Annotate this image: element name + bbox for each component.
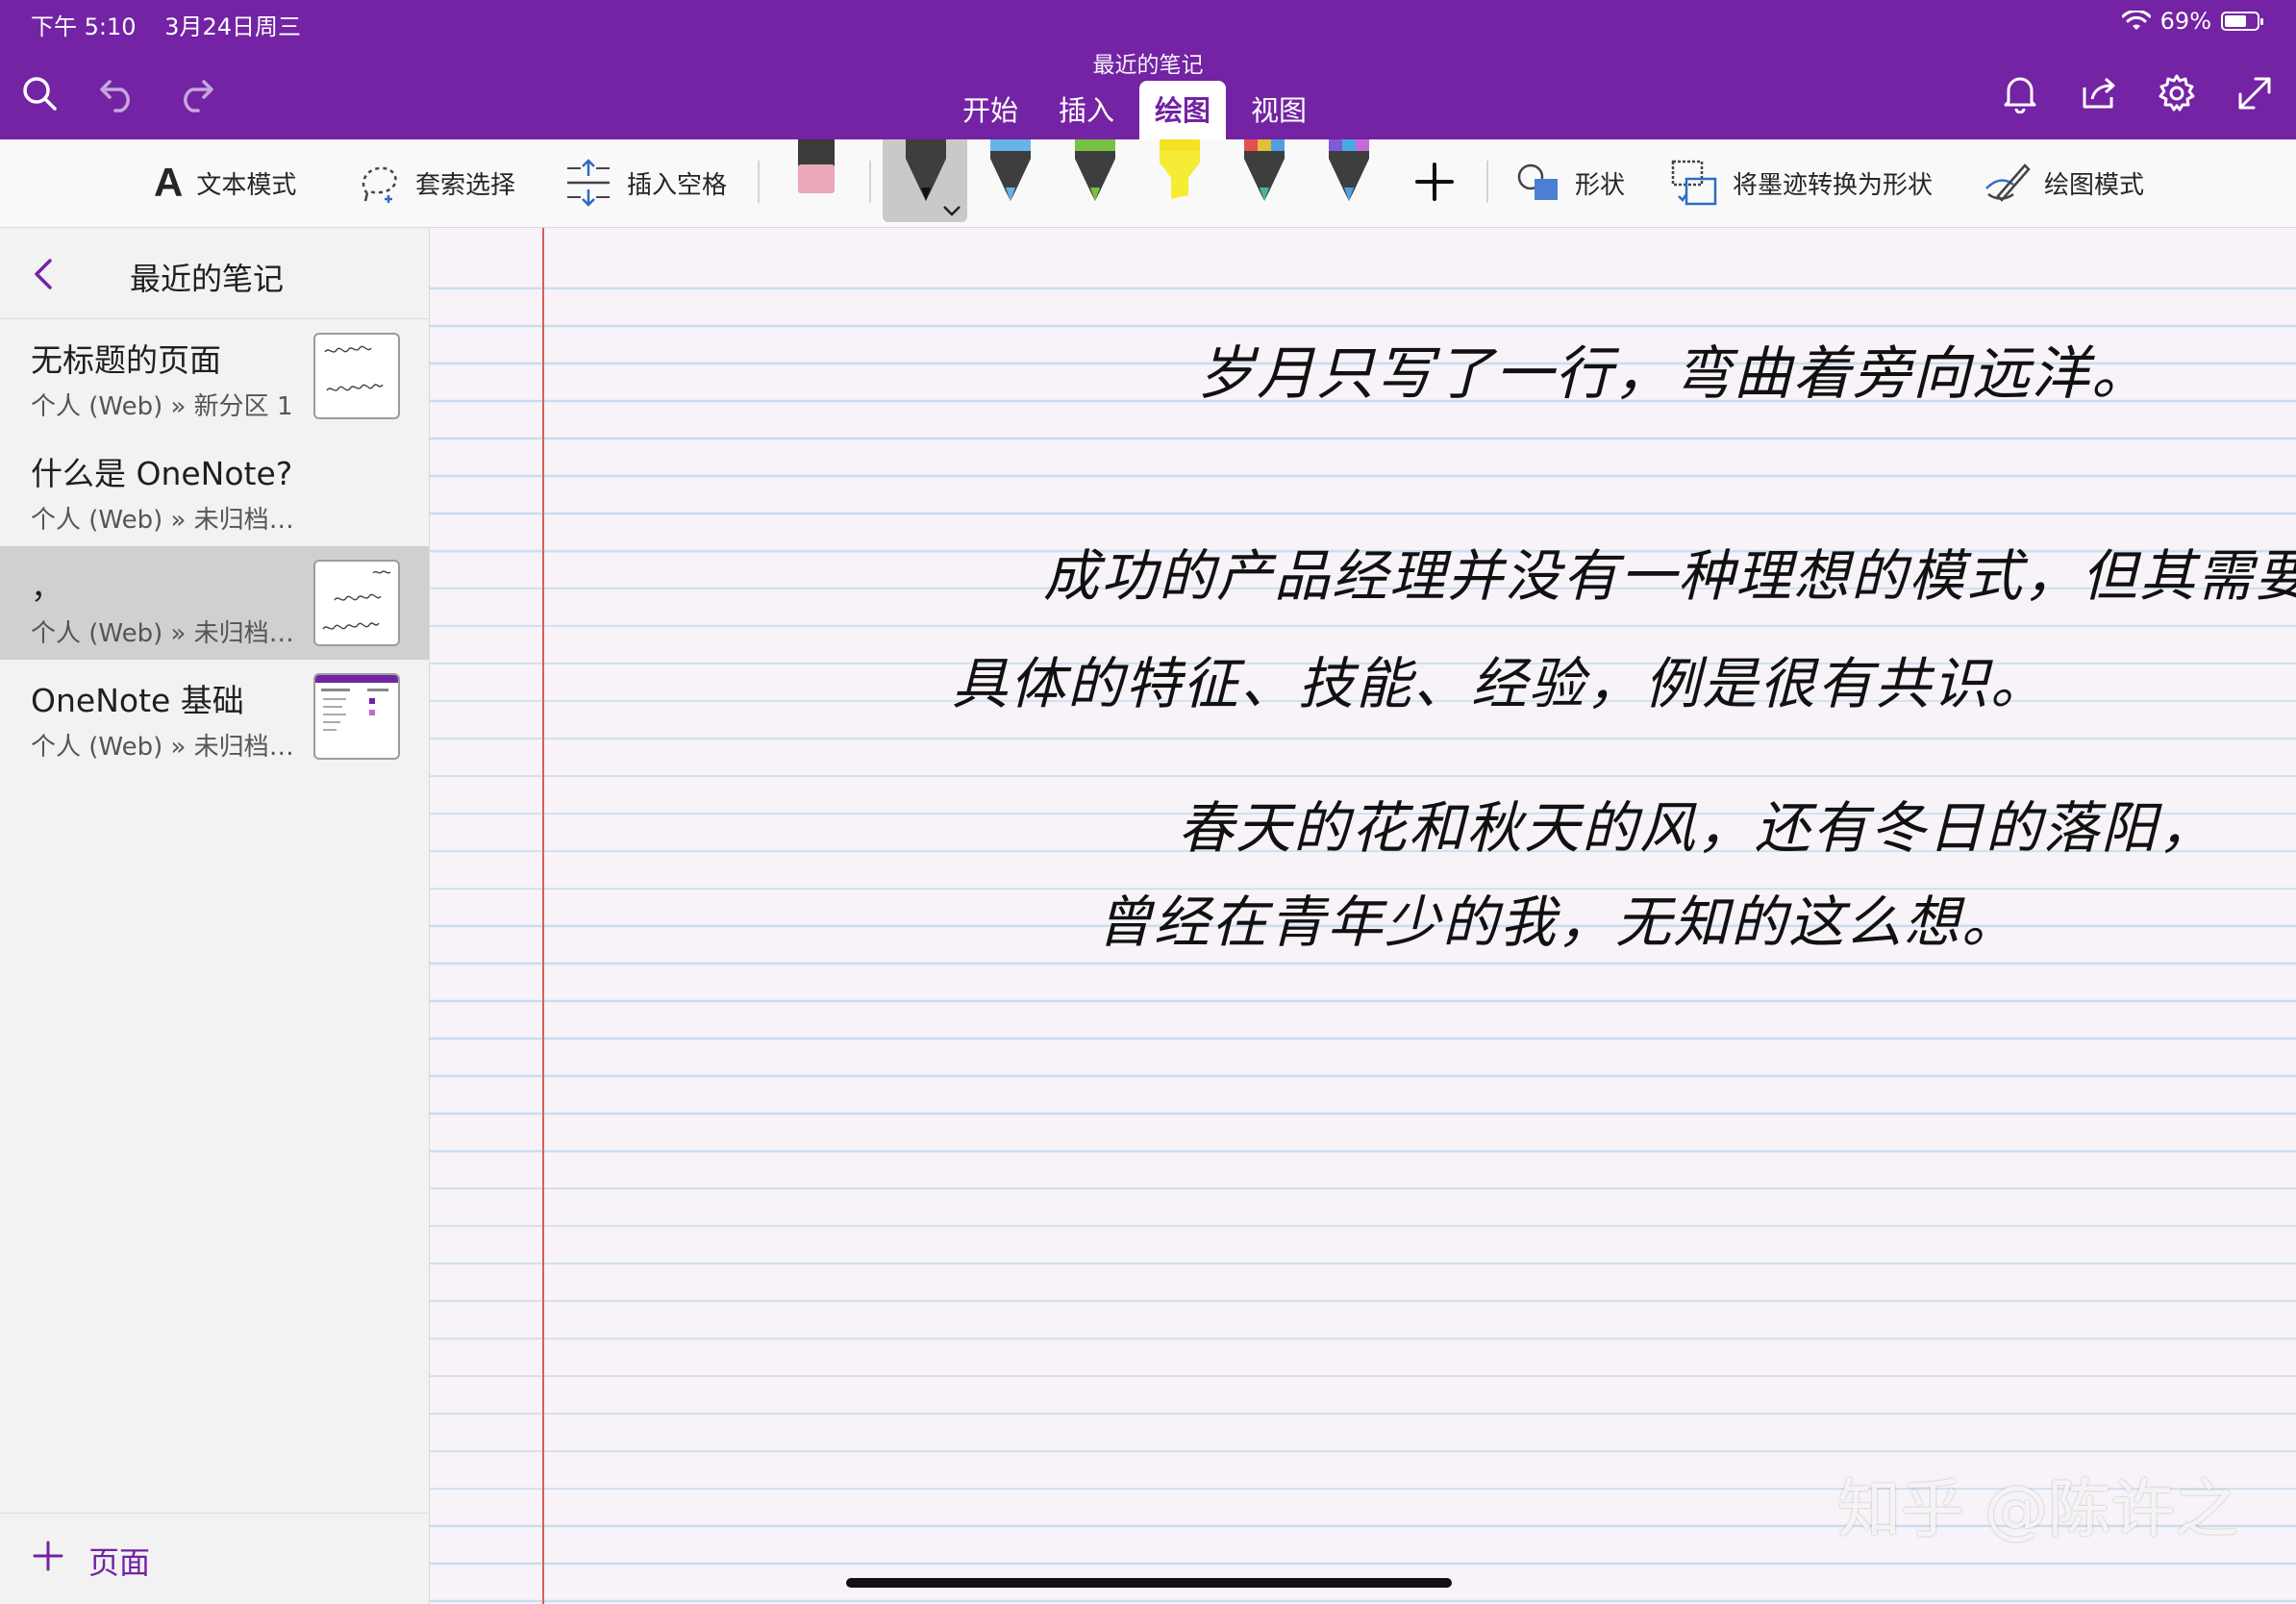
- recent-note-item[interactable]: 无标题的页面 个人 (Web) » 新分区 1: [0, 319, 429, 433]
- handwriting-line: 岁月只写了一行，弯曲着旁向远洋。: [1197, 340, 2151, 408]
- watermark: 知乎 @陈许之: [1837, 1472, 2238, 1546]
- tab-insert[interactable]: 插入: [1043, 81, 1130, 142]
- add-page-button[interactable]: 页面: [0, 1513, 429, 1604]
- tab-view[interactable]: 视图: [1235, 81, 1322, 142]
- recent-notes-sidebar: 最近的笔记 无标题的页面 个人 (Web) » 新分区 1 什么是 OneNot…: [0, 228, 430, 1604]
- tab-home[interactable]: 开始: [947, 81, 1034, 142]
- plus-icon: [33, 1541, 63, 1571]
- green-pen-icon[interactable]: [1071, 139, 1119, 203]
- document-title: 最近的笔记: [1092, 53, 1204, 78]
- handwriting-line: 成功的产品经理并没有一种理想的模式，但其需要: [1043, 543, 2296, 609]
- chevron-down-icon[interactable]: [940, 203, 963, 218]
- note-thumbnail: [313, 333, 400, 419]
- status-time: 下午 5:10: [31, 13, 137, 40]
- insert-space-button[interactable]: 插入空格: [563, 157, 727, 209]
- lasso-select-button[interactable]: 套索选择: [358, 157, 515, 209]
- note-thumbnail: [313, 560, 400, 646]
- title-bar: 下午 5:10 3月24日周三 69% 最近的笔记 开始 插入 绘图 视图: [0, 0, 2296, 142]
- lasso-select-label: 套索选择: [415, 170, 516, 200]
- lasso-icon: [362, 166, 397, 203]
- note-title: ，: [31, 568, 62, 606]
- note-thumbnail: [313, 673, 400, 760]
- expand-icon[interactable]: [2231, 69, 2279, 117]
- handwriting-line: 春天的花和秋天的风，还有冬日的落阳，: [1178, 795, 2217, 861]
- battery-icon: [2221, 12, 2263, 31]
- note-path: 个人 (Web) » 未归档笔记: [31, 506, 300, 535]
- ink-to-shape-icon: [1671, 160, 1717, 206]
- add-page-label: 页面: [88, 1544, 151, 1581]
- blue-pen-icon[interactable]: [986, 139, 1035, 203]
- status-bar-right: 69%: [2121, 8, 2263, 35]
- yellow-highlighter-icon[interactable]: [1156, 139, 1204, 203]
- ribbon-tabs: 开始 插入 绘图 视图: [947, 81, 1332, 142]
- handwriting-line: 具体的特征、技能、经验，例是很有共识。: [952, 651, 2049, 716]
- note-path: 个人 (Web) » 新分区 1: [31, 392, 293, 421]
- search-icon[interactable]: [15, 69, 63, 117]
- battery-percent: 69%: [2159, 8, 2211, 35]
- ink-to-shape-button[interactable]: 将墨迹转换为形状: [1669, 157, 1933, 209]
- share-icon[interactable]: [2075, 69, 2123, 117]
- back-chevron-icon[interactable]: [29, 255, 58, 293]
- recent-note-item[interactable]: 什么是 OneNote? 个人 (Web) » 未归档笔记: [0, 433, 429, 546]
- status-bar-left: 下午 5:10 3月24日周三: [31, 8, 322, 41]
- insert-space-icon: [567, 159, 610, 207]
- shapes-label: 形状: [1575, 170, 1626, 200]
- recent-note-item[interactable]: OneNote 基础 个人 (Web) » 未归档笔记: [0, 660, 429, 773]
- draw-ribbon: A 文本模式 套索选择 插入空格 形状 将墨迹转换为形状 绘图模式: [0, 139, 2296, 228]
- ribbon-divider: [1486, 161, 1488, 203]
- galaxy-pen-icon[interactable]: [1325, 139, 1373, 203]
- draw-mode-button[interactable]: 绘图模式: [1983, 157, 2144, 209]
- recent-note-item[interactable]: ， 个人 (Web) » 未归档笔记: [0, 546, 429, 660]
- bell-icon[interactable]: [1996, 69, 2044, 117]
- wifi-icon: [2121, 11, 2151, 30]
- draw-mode-icon: [1985, 163, 2031, 202]
- shapes-icon: [1517, 163, 1558, 200]
- status-date: 3月24日周三: [164, 13, 301, 40]
- battery-level: [2225, 15, 2246, 27]
- ink-to-shape-label: 将墨迹转换为形状: [1733, 170, 1934, 200]
- insert-space-label: 插入空格: [627, 170, 728, 200]
- note-title: OneNote 基础: [31, 682, 244, 719]
- ribbon-divider: [869, 161, 871, 203]
- text-mode-label: 文本模式: [196, 170, 297, 200]
- redo-icon[interactable]: [171, 69, 219, 117]
- note-title: 什么是 OneNote?: [31, 455, 293, 492]
- handwriting-line: 曾经在青年少的我，无知的这么想。: [1096, 890, 2020, 955]
- settings-gear-icon[interactable]: [2153, 69, 2201, 117]
- sidebar-header: 最近的笔记: [0, 228, 429, 319]
- note-path: 个人 (Web) » 未归档笔记: [31, 619, 300, 648]
- add-pen-icon[interactable]: [1413, 161, 1456, 203]
- eraser-icon[interactable]: [794, 139, 838, 197]
- home-indicator[interactable]: [846, 1578, 1452, 1588]
- rainbow-pen-icon[interactable]: [1240, 139, 1288, 203]
- note-path: 个人 (Web) » 未归档笔记: [31, 733, 300, 762]
- ribbon-divider: [758, 161, 760, 203]
- note-title: 无标题的页面: [31, 341, 221, 379]
- text-mode-icon: A: [154, 160, 184, 205]
- undo-icon[interactable]: [94, 69, 142, 117]
- shapes-button[interactable]: 形状: [1515, 157, 1625, 209]
- draw-mode-label: 绘图模式: [2044, 170, 2145, 200]
- tab-draw[interactable]: 绘图: [1139, 81, 1227, 142]
- sidebar-title: 最近的笔记: [130, 261, 285, 297]
- text-mode-button[interactable]: A 文本模式: [154, 157, 296, 209]
- page-margin-line: [542, 228, 544, 1604]
- black-pen-icon[interactable]: [902, 139, 950, 203]
